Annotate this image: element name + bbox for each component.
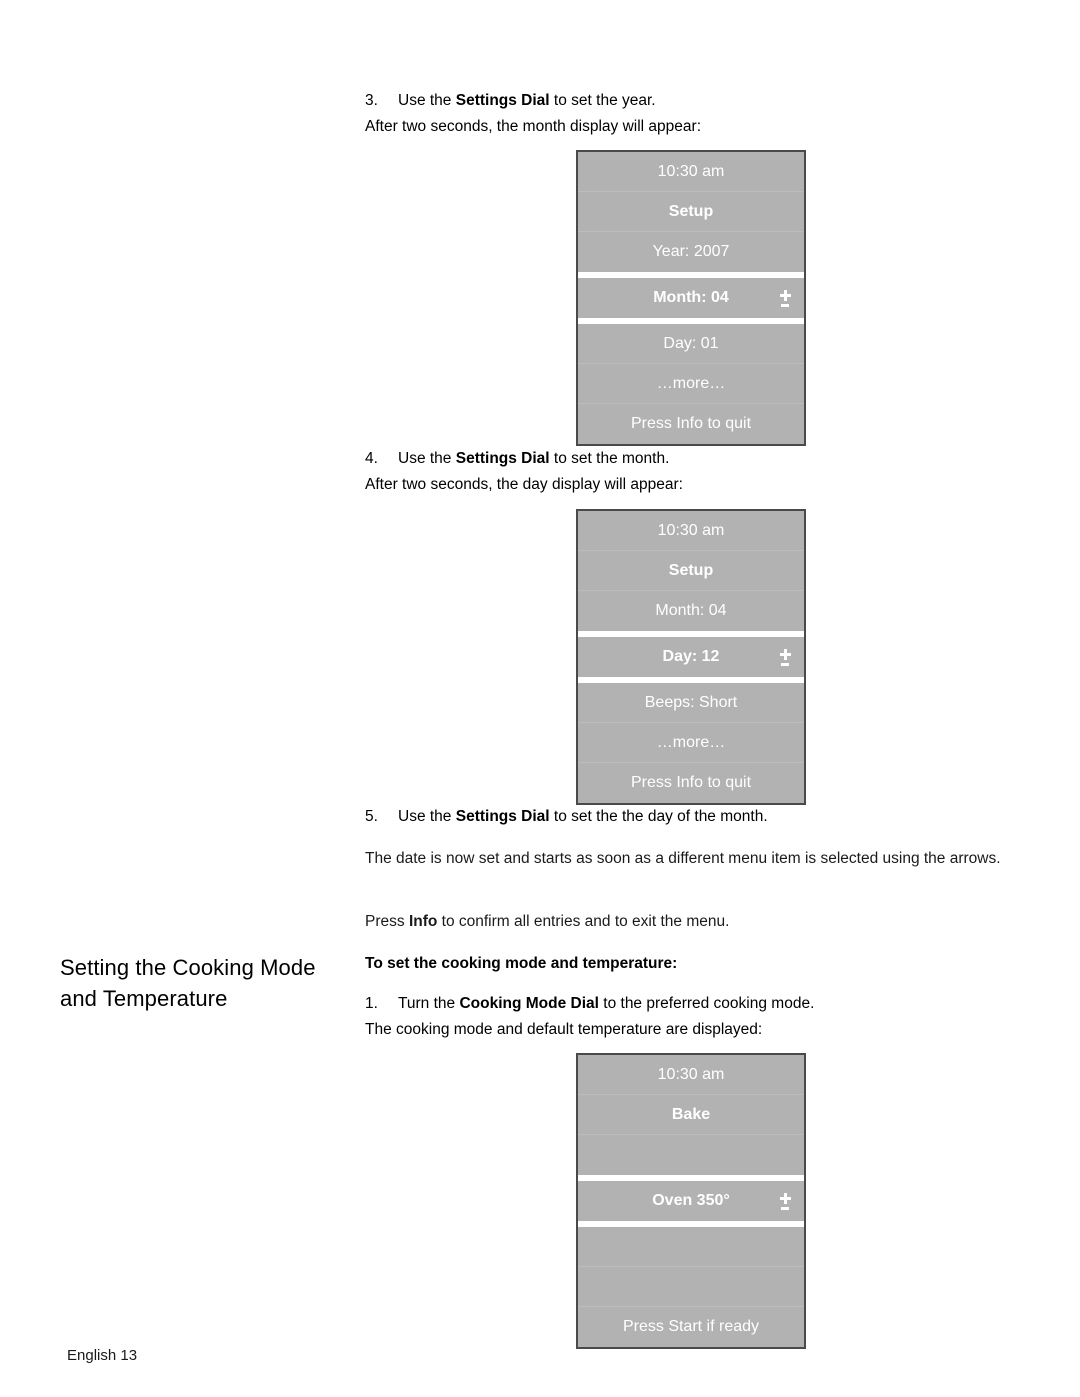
step-4: 4. Use the Settings Dial to set the mont…	[365, 448, 1005, 496]
step-3-text-bold: Settings Dial	[455, 92, 550, 109]
display-3-row-empty-1	[578, 1135, 804, 1175]
display-2-bottom-group: Beeps: Short …more… Press Info to quit	[578, 683, 804, 803]
display-2-row-time: 10:30 am	[578, 511, 804, 551]
plus-minus-icon[interactable]	[778, 285, 792, 311]
step-3-subtext: After two seconds, the month display wil…	[365, 117, 702, 135]
step-3-number: 3.	[365, 92, 378, 109]
plus-glyph	[779, 289, 791, 301]
minus-glyph	[781, 1206, 789, 1210]
step-1-text-post: to the preferred cooking mode.	[598, 995, 815, 1012]
display-1-row-more: …more…	[578, 364, 804, 404]
display-2-row-beeps: Beeps: Short	[578, 683, 804, 723]
display-1-row-selected-month[interactable]: Month: 04	[578, 278, 804, 318]
page-footer: English 13	[67, 1347, 138, 1364]
display-3-row-time: 10:30 am	[578, 1055, 804, 1095]
step-1-text-bold: Cooking Mode Dial	[459, 995, 599, 1012]
display-2-selected-label: Day: 12	[662, 648, 720, 665]
display-1-row-hint: Press Info to quit	[578, 404, 804, 444]
section-subhead: To set the cooking mode and temperature:	[365, 955, 678, 972]
day-setup-display: 10:30 am Setup Month: 04 Day: 12 Beeps: …	[576, 509, 806, 805]
step-3: 3. Use the Settings Dial to set the year…	[365, 90, 1005, 138]
plus-glyph	[779, 648, 791, 660]
display-3-row-empty-2	[578, 1227, 804, 1267]
step-5-body: Use the Settings Dial to set the the day…	[398, 808, 768, 825]
step-1-number: 1.	[365, 995, 378, 1012]
press-info-bold: Info	[408, 913, 438, 930]
step-4-number: 4.	[365, 450, 378, 467]
display-1-row-year: Year: 2007	[578, 232, 804, 272]
display-3-row-mode: Bake	[578, 1095, 804, 1135]
display-2-row-selected-day[interactable]: Day: 12	[578, 637, 804, 677]
plus-minus-icon[interactable]	[778, 644, 792, 670]
bake-temperature-display: 10:30 am Bake Oven 350° Press Start if r…	[576, 1053, 806, 1349]
step-5-text-post: to set the the day of the month.	[549, 808, 768, 825]
display-1-row-title: Setup	[578, 192, 804, 232]
display-2-row-month: Month: 04	[578, 591, 804, 631]
display-1-row-time: 10:30 am	[578, 152, 804, 192]
display-2-row-hint: Press Info to quit	[578, 763, 804, 803]
step-4-text-pre: Use the	[398, 450, 456, 467]
step-3-text-pre: Use the	[398, 92, 456, 109]
display-2-row-title: Setup	[578, 551, 804, 591]
display-3-row-selected-oven[interactable]: Oven 350°	[578, 1181, 804, 1221]
display-3-top-group: 10:30 am Bake	[578, 1055, 804, 1175]
page-title: Setting the Cooking Mode and Temperature	[60, 955, 316, 1011]
step-5: 5. Use the Settings Dial to set the the …	[365, 806, 1005, 829]
step-3-body: Use the Settings Dial to set the year. A…	[365, 92, 1005, 138]
press-info-pre: Press	[365, 913, 409, 930]
plus-minus-icon[interactable]	[778, 1188, 792, 1214]
step-4-text-post: to set the month.	[549, 450, 670, 467]
step-1-cooking: 1. Turn the Cooking Mode Dial to the pre…	[365, 993, 1005, 1041]
step-4-text-bold: Settings Dial	[455, 450, 550, 467]
display-1-bottom-group: Day: 01 …more… Press Info to quit	[578, 324, 804, 444]
display-1-selected-label: Month: 04	[653, 289, 729, 306]
display-3-row-hint: Press Start if ready	[578, 1307, 804, 1347]
month-setup-display: 10:30 am Setup Year: 2007 Month: 04 Day:…	[576, 150, 806, 446]
step-1-body: Turn the Cooking Mode Dial to the prefer…	[365, 995, 1005, 1041]
display-3-row-empty-3	[578, 1267, 804, 1307]
step-4-body: Use the Settings Dial to set the month. …	[365, 450, 1005, 496]
minus-glyph	[781, 303, 789, 307]
step-5-text-bold: Settings Dial	[455, 808, 550, 825]
step-1-subtext: The cooking mode and default temperature…	[365, 1020, 763, 1038]
step-1-text-pre: Turn the	[398, 995, 460, 1012]
step-3-text-post: to set the year.	[549, 92, 656, 109]
minus-glyph	[781, 662, 789, 666]
step-4-subtext: After two seconds, the day display will …	[365, 475, 683, 493]
display-2-row-more: …more…	[578, 723, 804, 763]
display-3-selected-label: Oven 350°	[652, 1192, 730, 1209]
display-1-top-group: 10:30 am Setup Year: 2007	[578, 152, 804, 272]
display-3-bottom-group: Press Start if ready	[578, 1227, 804, 1347]
display-2-top-group: 10:30 am Setup Month: 04	[578, 511, 804, 631]
step-5-number: 5.	[365, 808, 378, 825]
display-1-row-day: Day: 01	[578, 324, 804, 364]
press-info-paragraph: Press Info to confirm all entries and to…	[365, 911, 1001, 934]
date-set-paragraph: The date is now set and starts as soon a…	[365, 850, 1001, 867]
step-5-text-pre: Use the	[398, 808, 456, 825]
plus-glyph	[779, 1192, 791, 1204]
press-info-post: to confirm all entries and to exit the m…	[437, 913, 730, 930]
